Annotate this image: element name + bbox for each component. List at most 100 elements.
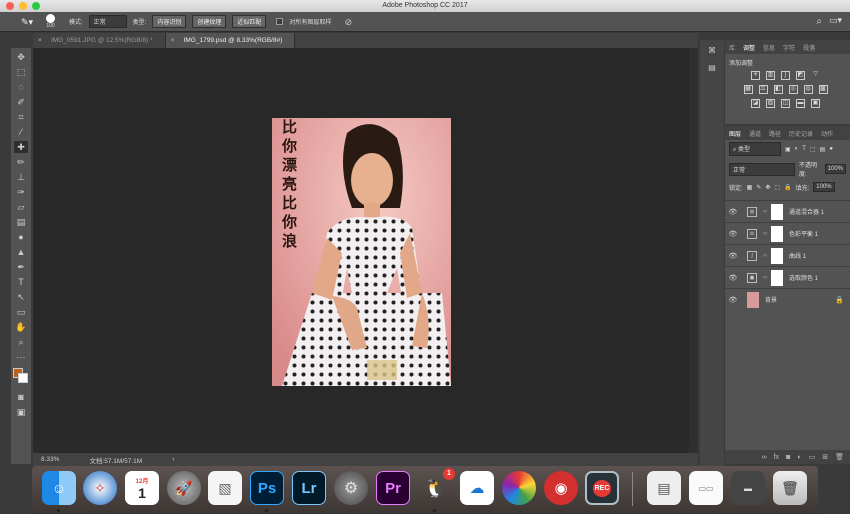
- more-tools-icon[interactable]: ···: [14, 351, 28, 363]
- lock-paint-icon[interactable]: ✎: [756, 184, 761, 191]
- netease-music-icon[interactable]: ◉: [544, 471, 578, 505]
- history-brush-tool-icon[interactable]: ✑: [14, 186, 28, 198]
- screen-mode-icon[interactable]: ▣: [14, 406, 28, 418]
- tab-character[interactable]: 字符: [783, 43, 795, 52]
- lasso-tool-icon[interactable]: ◌: [14, 81, 28, 93]
- link-chain-icon[interactable]: ∞: [761, 275, 769, 281]
- colorsync-icon[interactable]: [502, 471, 536, 505]
- lock-position-icon[interactable]: ✥: [765, 184, 770, 191]
- filter-shape-icon[interactable]: ⬚: [810, 146, 816, 153]
- system-preferences-icon[interactable]: ⚙: [334, 471, 368, 505]
- filter-toggle-icon[interactable]: ●: [829, 146, 833, 152]
- link-chain-icon[interactable]: ∞: [761, 209, 769, 215]
- tab-layers[interactable]: 图层: [729, 129, 741, 138]
- visibility-eye-icon[interactable]: 👁: [725, 274, 741, 282]
- posterize-icon[interactable]: ▨: [766, 99, 775, 108]
- launchpad-icon[interactable]: 🚀: [167, 471, 201, 505]
- eraser-tool-icon[interactable]: ▱: [14, 201, 28, 213]
- exposure-icon[interactable]: ◩: [796, 71, 805, 80]
- history-panel-icon[interactable]: ⌘: [708, 46, 716, 55]
- gradient-map-icon[interactable]: ▬: [796, 99, 805, 108]
- zoom-tool-icon[interactable]: ⌕: [14, 336, 28, 348]
- zoom-level[interactable]: 8.33%: [41, 456, 59, 463]
- layer-row-curves[interactable]: 👁 ∫ ∞ 曲线 1: [725, 244, 850, 266]
- fill-input[interactable]: 100%: [813, 182, 835, 192]
- document-image[interactable]: 比 你 漂 亮 比 你 浪: [272, 118, 451, 386]
- baidu-netdisk-icon[interactable]: ☁: [460, 471, 494, 505]
- new-layer-icon[interactable]: ⊞: [822, 453, 828, 461]
- shape-tool-icon[interactable]: ▭: [14, 306, 28, 318]
- close-window-button[interactable]: [6, 2, 14, 10]
- background-color-swatch[interactable]: [18, 373, 28, 383]
- blend-mode-select[interactable]: 正常: [729, 162, 795, 176]
- layer-mask-thumbnail[interactable]: [771, 247, 783, 264]
- crop-tool-icon[interactable]: ⌗: [14, 111, 28, 123]
- levels-icon[interactable]: ▥: [766, 71, 775, 80]
- path-selection-tool-icon[interactable]: ↖: [14, 291, 28, 303]
- color-balance-adjust-icon[interactable]: ⚖: [758, 85, 768, 94]
- link-chain-icon[interactable]: ∞: [761, 231, 769, 237]
- layer-row-selective-color[interactable]: 👁 ▣ ∞ 选取颜色 1: [725, 266, 850, 288]
- tab-adjustments[interactable]: 调整: [743, 43, 755, 52]
- archive-utility-icon[interactable]: ▤: [647, 471, 681, 505]
- sample-all-layers-checkbox[interactable]: [276, 18, 284, 25]
- screenshot-thumbnail-icon[interactable]: ▭▭: [689, 471, 723, 505]
- search-icon[interactable]: ⌕: [816, 16, 822, 27]
- horizontal-scrollbar[interactable]: [33, 440, 689, 452]
- visibility-eye-icon[interactable]: 👁: [725, 230, 741, 238]
- invert-icon[interactable]: ◪: [751, 99, 760, 108]
- tab-img-0591[interactable]: × IMG_0591.JPG @ 12.5%(RGB/8) *: [33, 33, 166, 48]
- layer-mask-thumbnail[interactable]: [771, 203, 783, 220]
- quick-selection-tool-icon[interactable]: ✐: [14, 96, 28, 108]
- selective-color-adjust-icon[interactable]: ▣: [811, 99, 820, 108]
- delete-layer-icon[interactable]: 🗑: [835, 453, 844, 461]
- photo-filter-icon[interactable]: ◎: [788, 85, 798, 94]
- filter-pixel-icon[interactable]: ▣: [785, 146, 791, 153]
- gradient-tool-icon[interactable]: ▤: [14, 216, 28, 228]
- link-chain-icon[interactable]: ∞: [761, 253, 769, 259]
- channel-mixer-adjust-icon[interactable]: ◍: [803, 85, 813, 94]
- move-tool-icon[interactable]: ✥: [14, 51, 28, 63]
- healing-brush-preset-icon[interactable]: ✎▾: [20, 16, 34, 28]
- window-thumbnail-icon[interactable]: ▬: [731, 471, 765, 505]
- layer-row-channel-mixer[interactable]: 👁 ◍ ∞ 通道混合器 1: [725, 200, 850, 222]
- mode-select[interactable]: 正常: [88, 15, 127, 28]
- zoom-window-button[interactable]: [32, 2, 40, 10]
- lock-artboard-icon[interactable]: ⬚: [774, 184, 780, 191]
- vibrance-icon[interactable]: ▽: [811, 71, 820, 80]
- tab-actions[interactable]: 动作: [821, 129, 833, 138]
- tab-channels[interactable]: 通道: [749, 129, 761, 138]
- trash-icon[interactable]: 🗑: [773, 471, 807, 505]
- opacity-input[interactable]: 100%: [824, 164, 846, 174]
- brightness-contrast-icon[interactable]: ☀: [751, 71, 760, 80]
- preview-icon[interactable]: ▧: [208, 471, 242, 505]
- hue-saturation-icon[interactable]: ▦: [743, 85, 753, 94]
- lightroom-icon[interactable]: Lr: [292, 471, 326, 505]
- finder-icon[interactable]: ☺: [42, 471, 76, 505]
- visibility-eye-icon[interactable]: 👁: [725, 252, 741, 260]
- stamp-tool-icon[interactable]: ⊥: [14, 171, 28, 183]
- visibility-eye-icon[interactable]: 👁: [725, 208, 741, 216]
- marquee-tool-icon[interactable]: ⬚: [14, 66, 28, 78]
- filter-type-icon[interactable]: T: [802, 146, 806, 152]
- healing-brush-tool-icon[interactable]: ✚: [14, 141, 28, 153]
- layer-filter-select[interactable]: ⌕ 类型: [729, 142, 781, 156]
- lock-transparent-icon[interactable]: ▦: [747, 184, 753, 191]
- layer-row-color-balance[interactable]: 👁 ⚖ ∞ 色彩平衡 1: [725, 222, 850, 244]
- minimize-window-button[interactable]: [19, 2, 27, 10]
- type-tool-icon[interactable]: T: [14, 276, 28, 288]
- layer-row-background[interactable]: 👁 背景 🔒: [725, 288, 850, 310]
- workspace-icon[interactable]: ▭▾: [829, 15, 842, 26]
- close-tab-icon[interactable]: ×: [171, 33, 175, 48]
- blur-tool-icon[interactable]: ●: [14, 231, 28, 243]
- tab-history[interactable]: 历史记录: [789, 129, 813, 138]
- tab-img-1799[interactable]: × IMG_1799.psd @ 8.33%(RGB/8#): [165, 33, 296, 48]
- filter-smart-icon[interactable]: ▤: [820, 146, 826, 153]
- eyedropper-tool-icon[interactable]: ⁄: [14, 126, 28, 138]
- calendar-icon[interactable]: 12月 1: [125, 471, 159, 505]
- tab-info[interactable]: 信息: [763, 43, 775, 52]
- brush-tool-icon[interactable]: ✏: [14, 156, 28, 168]
- threshold-icon[interactable]: ◫: [781, 99, 790, 108]
- create-texture-button[interactable]: 创建纹理: [192, 15, 227, 28]
- brush-size-picker[interactable]: 100: [46, 14, 55, 29]
